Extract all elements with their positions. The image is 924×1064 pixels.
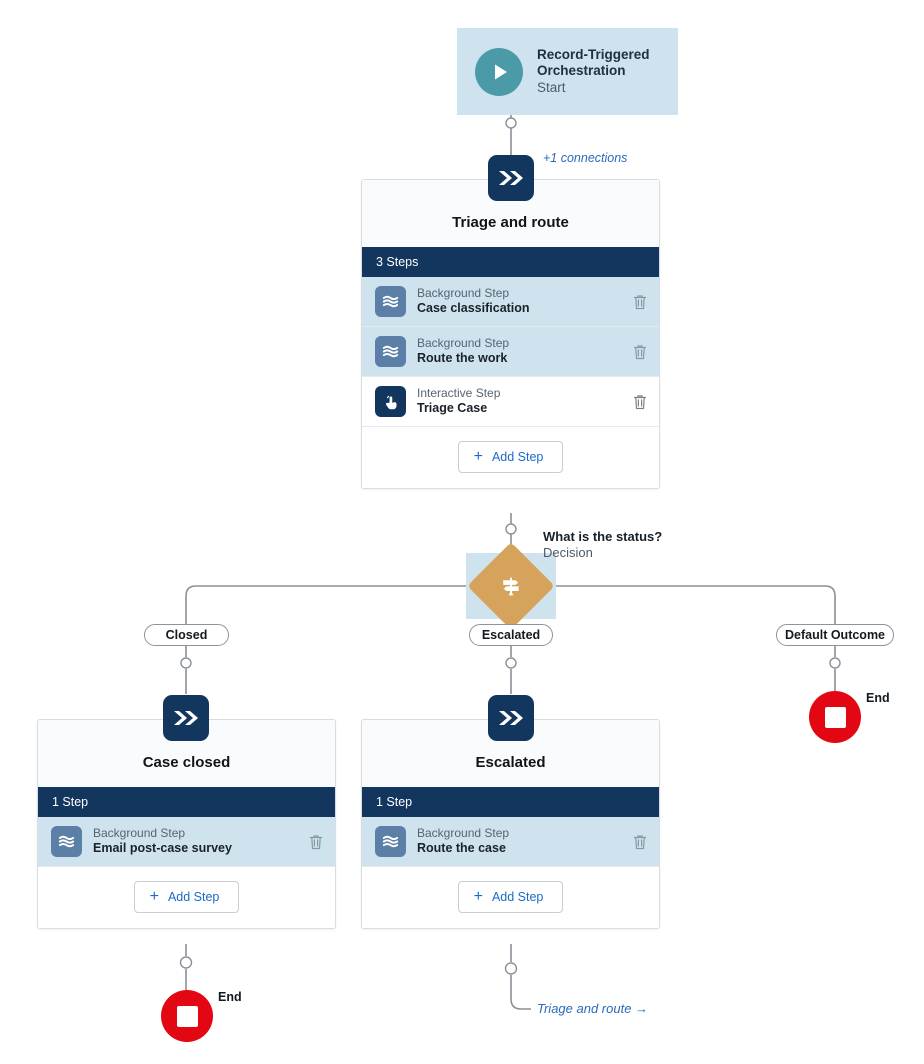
background-step-icon	[375, 826, 406, 857]
add-step-label: Add Step	[491, 450, 544, 464]
step-name: Case classification	[417, 301, 530, 316]
step-kind: Background Step	[417, 826, 510, 841]
step-name: Email post-case survey	[93, 841, 232, 856]
end-label-case-closed: End	[218, 990, 242, 1004]
outcome-pill-default[interactable]: Default Outcome	[776, 624, 894, 646]
end-label-default: End	[866, 691, 890, 705]
end-node-default[interactable]	[809, 691, 861, 743]
step-kind: Background Step	[93, 826, 186, 841]
start-node[interactable]: Record-Triggered Orchestration Start	[457, 28, 678, 115]
stage-card-case-closed[interactable]: Case closed 1 Step Background Step Email…	[37, 719, 336, 929]
delete-step-icon[interactable]	[633, 344, 647, 360]
delete-step-icon[interactable]	[633, 834, 647, 850]
background-step-icon	[375, 286, 406, 317]
add-step-button-escalated[interactable]: + Add Step	[457, 881, 564, 913]
delete-step-icon[interactable]	[633, 294, 647, 310]
start-title: Record-Triggered Orchestration	[537, 46, 650, 79]
plus-icon: +	[473, 888, 483, 905]
flow-canvas: Record-Triggered Orchestration Start +1 …	[0, 0, 924, 1064]
step-name: Route the work	[417, 351, 508, 366]
add-step-container: + Add Step	[362, 867, 659, 928]
outcome-pill-escalated[interactable]: Escalated	[469, 624, 553, 646]
stage-card-triage[interactable]: Triage and route 3 Steps Background Step…	[361, 179, 660, 489]
plus-icon: +	[473, 448, 483, 465]
add-step-container: + Add Step	[362, 427, 659, 488]
stop-square-icon	[176, 1005, 198, 1027]
plus-icon: +	[149, 888, 159, 905]
interactive-step-icon	[375, 386, 406, 417]
decision-diamond[interactable]	[467, 542, 555, 630]
delete-step-icon[interactable]	[309, 834, 323, 850]
stage-chevron-icon-triage[interactable]	[488, 155, 534, 201]
steps-count-triage: 3 Steps	[362, 247, 659, 277]
stop-square-icon	[824, 706, 846, 728]
steps-count-case-closed: 1 Step	[38, 787, 335, 817]
jump-to-stage-link[interactable]: Triage and route →	[537, 1001, 648, 1016]
step-kind: Background Step	[417, 286, 510, 301]
decision-label: What is the status? Decision	[543, 529, 662, 562]
connections-link[interactable]: +1 connections	[543, 151, 627, 165]
start-subtitle: Start	[537, 79, 566, 95]
end-node-case-closed[interactable]	[161, 990, 213, 1042]
add-step-button-triage[interactable]: + Add Step	[457, 441, 564, 473]
stage-chevron-icon-case-closed[interactable]	[163, 695, 209, 741]
stage-card-escalated[interactable]: Escalated 1 Step Background Step Route t…	[361, 719, 660, 929]
add-step-label: Add Step	[491, 890, 544, 904]
step-kind: Background Step	[417, 336, 510, 351]
step-kind: Interactive Step	[417, 386, 501, 401]
step-name: Triage Case	[417, 401, 488, 416]
steps-count-escalated: 1 Step	[362, 787, 659, 817]
background-step-icon	[375, 336, 406, 367]
decision-title: What is the status?	[543, 529, 663, 544]
step-row[interactable]: Interactive Step Triage Case	[362, 377, 659, 427]
signpost-icon	[480, 555, 542, 617]
step-name: Route the case	[417, 841, 506, 856]
stage-chevron-icon-escalated[interactable]	[488, 695, 534, 741]
step-row[interactable]: Background Step Route the work	[362, 327, 659, 377]
delete-step-icon[interactable]	[633, 394, 647, 410]
background-step-icon	[51, 826, 82, 857]
add-step-button-case-closed[interactable]: + Add Step	[133, 881, 240, 913]
add-step-container: + Add Step	[38, 867, 335, 928]
step-row[interactable]: Background Step Email post-case survey	[38, 817, 335, 867]
add-step-label: Add Step	[167, 890, 220, 904]
step-row[interactable]: Background Step Route the case	[362, 817, 659, 867]
step-row[interactable]: Background Step Case classification	[362, 277, 659, 327]
play-icon	[475, 47, 523, 96]
outcome-pill-closed[interactable]: Closed	[144, 624, 229, 646]
decision-subtitle: Decision	[543, 545, 593, 561]
